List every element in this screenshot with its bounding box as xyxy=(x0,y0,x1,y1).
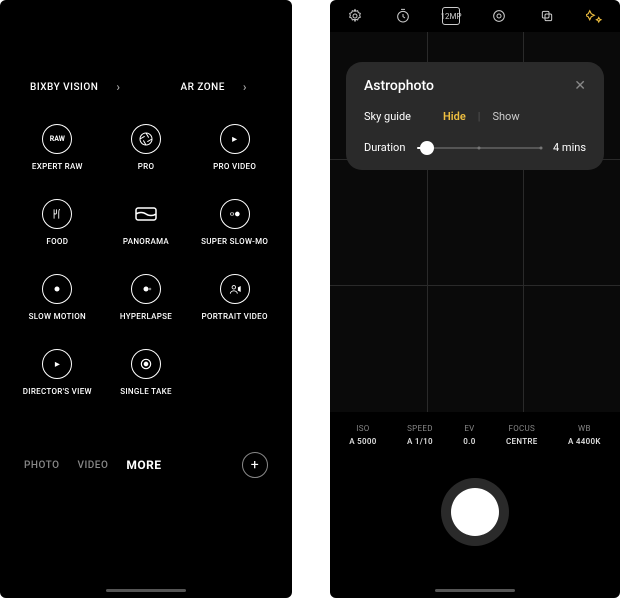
slider-tick xyxy=(478,146,481,149)
astrophoto-screen: 12MP Astrophoto ✕ Sky guide Hide | Sho xyxy=(330,0,620,598)
speed-value: A 1/10 xyxy=(407,437,433,446)
ev-value: 0.0 xyxy=(463,437,475,446)
duration-slider[interactable] xyxy=(417,147,541,149)
sky-guide-show[interactable]: Show xyxy=(492,110,519,123)
panorama-icon xyxy=(131,199,161,229)
mode-label: PORTRAIT VIDEO xyxy=(202,312,268,321)
mode-expert-raw[interactable]: RAW EXPERT RAW xyxy=(18,124,97,171)
separator: | xyxy=(478,110,481,123)
bottom-tabs: PHOTO VIDEO MORE + xyxy=(0,452,292,478)
panel-title: Astrophoto xyxy=(364,78,434,94)
bixby-vision-label: BIXBY VISION xyxy=(30,82,98,93)
mode-panorama[interactable]: PANORAMA xyxy=(107,199,186,246)
mode-food[interactable]: FOOD xyxy=(18,199,97,246)
play-icon: ▸ xyxy=(220,124,250,154)
mode-label: PRO xyxy=(138,162,155,171)
tab-photo[interactable]: PHOTO xyxy=(24,460,59,471)
resolution-badge[interactable]: 12MP xyxy=(442,7,460,25)
mode-label: FOOD xyxy=(46,237,68,246)
sky-guide-label: Sky guide xyxy=(364,110,411,123)
wb-value: A 4400K xyxy=(568,437,601,446)
tab-more[interactable]: MORE xyxy=(126,458,161,472)
speed-control[interactable]: SPEED A 1/10 xyxy=(407,424,433,446)
close-icon[interactable]: ✕ xyxy=(574,78,586,94)
pro-controls: ISO A 5000 SPEED A 1/10 EV 0.0 FOCUS CEN… xyxy=(330,412,620,458)
mode-label: HYPERLAPSE xyxy=(120,312,172,321)
grid-line xyxy=(330,285,620,286)
focus-value: CENTRE xyxy=(506,437,538,446)
chevron-right-icon: › xyxy=(116,80,120,94)
ar-zone-label: AR ZONE xyxy=(180,82,224,93)
ev-label: EV xyxy=(463,424,475,433)
camera-more-screen: BIXBY VISION › AR ZONE › RAW EXPERT RAW … xyxy=(0,0,292,598)
shutter-area xyxy=(330,458,620,586)
slider-thumb[interactable] xyxy=(420,141,434,155)
duration-label: Duration xyxy=(364,141,405,154)
viewfinder[interactable]: Astrophoto ✕ Sky guide Hide | Show Durat… xyxy=(330,32,620,412)
single-take-icon xyxy=(131,349,161,379)
mode-pro-video[interactable]: ▸ PRO VIDEO xyxy=(195,124,274,171)
mode-portrait-video[interactable]: PORTRAIT VIDEO xyxy=(195,274,274,321)
shutter-inner xyxy=(451,488,499,536)
timer-icon[interactable] xyxy=(394,7,412,25)
gear-icon[interactable] xyxy=(346,7,364,25)
mode-label: SINGLE TAKE xyxy=(120,387,172,396)
mode-label: EXPERT RAW xyxy=(32,162,83,171)
wb-control[interactable]: WB A 4400K xyxy=(568,424,601,446)
wb-label: WB xyxy=(568,424,601,433)
chevron-right-icon: › xyxy=(243,80,247,94)
raw-icon: RAW xyxy=(42,124,72,154)
iso-value: A 5000 xyxy=(349,437,376,446)
mode-directors-view[interactable]: ▸ DIRECTOR'S VIEW xyxy=(18,349,97,396)
portrait-video-icon xyxy=(220,274,250,304)
top-toolbar: 12MP xyxy=(330,0,620,32)
mode-pro[interactable]: PRO xyxy=(107,124,186,171)
mode-slow-motion[interactable]: SLOW MOTION xyxy=(18,274,97,321)
home-indicator[interactable] xyxy=(106,589,186,592)
bixby-vision-link[interactable]: BIXBY VISION › xyxy=(30,80,120,94)
director-icon: ▸ xyxy=(42,349,72,379)
mode-single-take[interactable]: SINGLE TAKE xyxy=(107,349,186,396)
tab-video[interactable]: VIDEO xyxy=(77,460,108,471)
iso-label: ISO xyxy=(349,424,376,433)
add-button[interactable]: + xyxy=(242,452,268,478)
astrophoto-panel: Astrophoto ✕ Sky guide Hide | Show Durat… xyxy=(346,62,604,170)
focus-control[interactable]: FOCUS CENTRE xyxy=(506,424,538,446)
iso-control[interactable]: ISO A 5000 xyxy=(349,424,376,446)
shutter-button[interactable] xyxy=(441,478,509,546)
mode-label: PRO VIDEO xyxy=(213,162,256,171)
mode-label: PANORAMA xyxy=(123,237,169,246)
speed-label: SPEED xyxy=(407,424,433,433)
mode-label: SLOW MOTION xyxy=(29,312,86,321)
aperture-icon xyxy=(131,124,161,154)
focus-icon[interactable] xyxy=(490,7,508,25)
ev-control[interactable]: EV 0.0 xyxy=(463,424,475,446)
home-indicator[interactable] xyxy=(435,589,515,592)
slowmotion-icon xyxy=(42,274,72,304)
focus-label: FOCUS xyxy=(506,424,538,433)
food-icon xyxy=(42,199,72,229)
hyperlapse-icon xyxy=(131,274,161,304)
astro-icon[interactable] xyxy=(586,7,604,25)
ratio-icon[interactable] xyxy=(538,7,556,25)
slider-tick xyxy=(540,146,543,149)
mode-hyperlapse[interactable]: HYPERLAPSE xyxy=(107,274,186,321)
mode-grid: RAW EXPERT RAW PRO ▸ PRO VIDEO FOOD PANO… xyxy=(0,114,292,406)
ar-zone-link[interactable]: AR ZONE › xyxy=(180,80,247,94)
mode-super-slowmo[interactable]: SUPER SLOW-MO xyxy=(195,199,274,246)
sky-guide-hide[interactable]: Hide xyxy=(443,110,466,123)
super-slowmo-icon xyxy=(220,199,250,229)
duration-value: 4 mins xyxy=(553,141,586,154)
mode-label: SUPER SLOW-MO xyxy=(201,237,268,246)
mode-label: DIRECTOR'S VIEW xyxy=(23,387,92,396)
